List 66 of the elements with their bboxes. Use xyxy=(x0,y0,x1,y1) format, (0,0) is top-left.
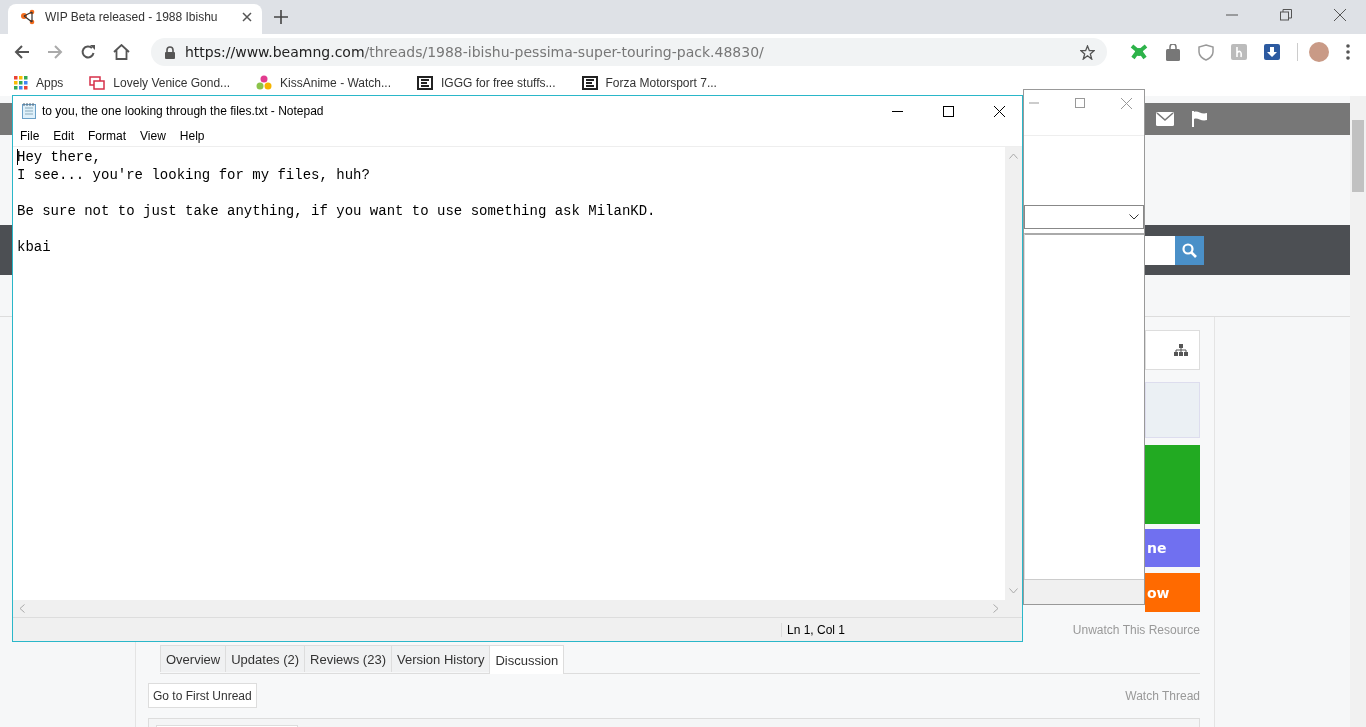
home-icon[interactable] xyxy=(113,44,130,60)
search-icon xyxy=(1182,242,1197,258)
scrollbar[interactable] xyxy=(1350,96,1366,727)
page-tab[interactable]: Updates (2) xyxy=(225,645,306,672)
download-icon[interactable] xyxy=(1264,44,1280,60)
close-icon[interactable] xyxy=(994,105,1005,117)
bookmark[interactable]: Forza Motorsport 7... xyxy=(581,76,717,90)
search-field[interactable] xyxy=(1145,235,1175,265)
browser-tab[interactable]: WIP Beta released - 1988 Ibishu xyxy=(8,4,262,34)
reload-icon[interactable] xyxy=(80,44,96,60)
square-logo-icon xyxy=(581,76,598,90)
address-bar[interactable]: https://www.beamng.com/threads/1988-ibishu-pessima-super-touring-pack.48830/ xyxy=(151,38,1107,66)
first-unread-button[interactable]: Go to First Unread xyxy=(148,683,257,708)
forward-icon[interactable] xyxy=(47,44,63,60)
scroll-up-icon[interactable] xyxy=(1009,153,1018,159)
screens-icon xyxy=(89,76,106,90)
back-icon[interactable] xyxy=(14,44,30,60)
square-logo-icon xyxy=(417,76,434,90)
page-tab[interactable]: Overview xyxy=(160,645,227,672)
sitemap-icon[interactable] xyxy=(1174,344,1188,356)
scroll-left-icon[interactable] xyxy=(19,604,25,613)
shield-icon[interactable] xyxy=(1198,43,1214,61)
extension-icon[interactable] xyxy=(1130,43,1148,61)
molecule-logo-icon xyxy=(20,9,36,25)
sidebar-button[interactable]: ne xyxy=(1145,529,1200,567)
scroll-right-icon[interactable] xyxy=(993,604,999,613)
apps-grid-icon xyxy=(14,76,28,90)
menu-item[interactable]: View xyxy=(140,129,166,143)
horizontal-scrollbar[interactable] xyxy=(13,600,1022,617)
window-title: to you, the one looking through the files.txt - Notepad xyxy=(42,104,324,118)
cursor-position: Ln 1, Col 1 xyxy=(781,622,846,637)
tab-title: WIP Beta released - 1988 Ibishu xyxy=(45,10,219,24)
text-editor[interactable]: Hey there, I see... you're looking for my files, huh? Be sure not to just take anything, if you want to use something ask MilanKD. kbai xyxy=(13,147,1005,600)
bookmark[interactable]: Lovely Venice Gond... xyxy=(89,76,231,90)
menu-item[interactable]: File xyxy=(20,129,40,143)
shopping-bag-icon[interactable] xyxy=(1165,43,1181,61)
vertical-scrollbar[interactable] xyxy=(1005,147,1022,600)
flag-icon[interactable] xyxy=(1192,111,1208,127)
bookmark[interactable]: KissAnime - Watch... xyxy=(256,75,392,91)
menu-item[interactable]: Format xyxy=(88,129,127,143)
close-icon[interactable] xyxy=(242,12,252,22)
plus-icon[interactable] xyxy=(274,10,288,24)
restore-icon[interactable] xyxy=(1280,9,1292,21)
star-icon[interactable] xyxy=(1080,44,1095,60)
bookmark[interactable]: Apps xyxy=(14,76,64,90)
menu-icon[interactable] xyxy=(1346,44,1350,60)
scroll-thumb[interactable] xyxy=(1352,120,1364,192)
extension-icon[interactable] xyxy=(1231,44,1247,60)
avatar[interactable] xyxy=(1309,42,1329,62)
notepad-icon xyxy=(22,103,36,119)
sidebar-panel xyxy=(1145,382,1200,438)
menu-item[interactable]: Edit xyxy=(53,129,75,143)
scroll-down-icon[interactable] xyxy=(1009,588,1018,594)
bookmark[interactable]: IGGG for free stuffs... xyxy=(417,76,556,90)
page-tab[interactable]: Discussion xyxy=(489,645,565,674)
search-button[interactable] xyxy=(1175,235,1204,265)
flower-icon xyxy=(256,75,273,91)
maximize-icon[interactable] xyxy=(943,105,954,117)
page-tab[interactable]: Version History xyxy=(390,645,491,672)
page-tab[interactable]: Reviews (23) xyxy=(304,645,392,672)
mail-icon[interactable] xyxy=(1156,112,1174,126)
dropdown[interactable] xyxy=(1024,205,1144,229)
chevron-down-icon xyxy=(1129,214,1139,220)
lock-icon xyxy=(165,45,175,59)
menu-item[interactable]: Help xyxy=(179,129,205,143)
url-text: https://www.beamng.com/threads/1988-ibishu-pessima-super-touring-pack.48830/ xyxy=(185,44,764,60)
